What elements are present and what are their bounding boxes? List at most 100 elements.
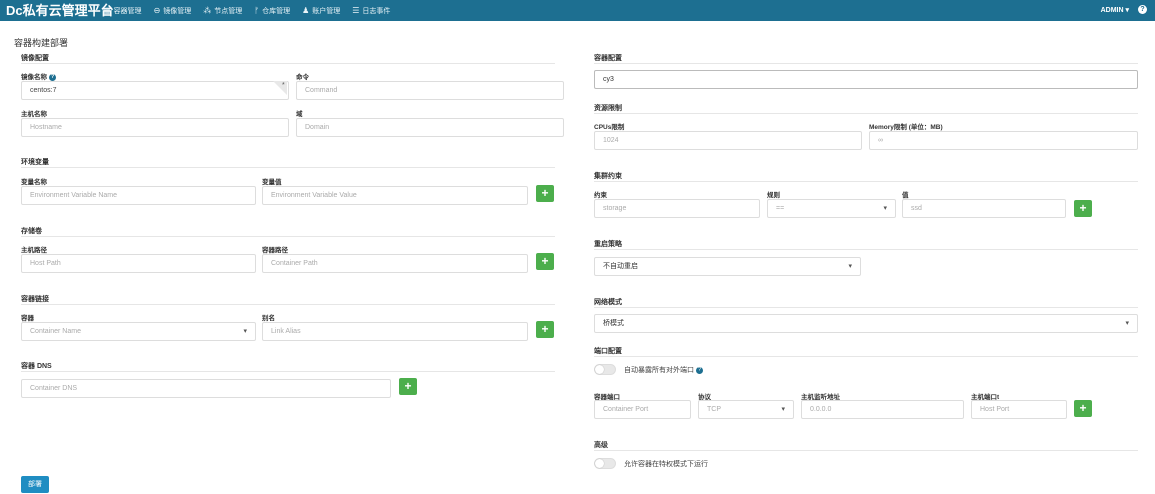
hostname-input[interactable]: Hostname [21,118,289,137]
cpu-limit-label: CPUs限制 [594,124,625,131]
section-links: 容器链接 [21,296,49,303]
code-fork-icon: ᚠ [254,6,260,15]
section-volumes: 存储卷 [21,228,42,235]
nav-events[interactable]: ☰ 日志事件 [352,6,390,16]
container-path-label: 容器路径 [262,247,288,254]
dns-input[interactable]: Container DNS [21,379,391,398]
nav-label: 日志事件 [362,7,391,15]
nav-label: 镜像管理 [163,7,192,15]
divider [594,181,1138,182]
host-path-input[interactable]: Host Path [21,254,256,273]
link-alias-label: 别名 [262,315,275,322]
protocol-select[interactable]: TCP [698,400,794,419]
host-ip-input[interactable]: 0.0.0.0 [801,400,964,419]
divider [594,249,1138,250]
hostname-label: 主机名称 [21,111,47,118]
command-input[interactable]: Command [296,81,564,100]
divider [21,167,555,168]
constraint-value-label: 值 [902,192,909,199]
page-title: 容器构建部署 [14,38,69,48]
privileged-label: 允许容器在特权模式下运行 [624,461,708,468]
section-network: 网络模式 [594,299,622,306]
add-constraint-button[interactable]: + [1074,200,1092,217]
user-name: ADMIN [1100,7,1124,14]
caret-down-icon: ▾ [1125,7,1129,14]
section-advanced: 高级 [594,442,608,449]
section-image-config: 镜像配置 [21,55,49,62]
section-dns: 容器 DNS [21,363,52,370]
auto-expose-label: 自动暴露所有对外端口? [624,366,703,374]
privileged-toggle[interactable] [594,458,616,469]
deploy-button[interactable]: 部署 [21,476,49,493]
divider [21,236,555,237]
command-label: 命令 [296,74,309,81]
help-icon[interactable]: ? [49,73,56,81]
nav-label: 容器管理 [113,7,142,15]
section-constraints: 集群约束 [594,173,622,180]
env-name-input[interactable]: Environment Variable Name [21,186,256,205]
nav-label: 账户管理 [312,7,341,15]
nav-images[interactable]: ⊖ 镜像管理 [154,6,192,16]
constraint-value-input[interactable]: ssd [902,199,1066,218]
user-menu[interactable]: ADMIN ▾ [1101,6,1129,14]
user-icon: ♟ [302,6,310,15]
help-icon[interactable]: ? [696,366,703,374]
top-navbar: Dc私有云管理平台 ▦ 容器管理 ⊖ 镜像管理 ⁂ 节点管理 ᚠ 仓库管理 ♟ 账户管理 … [0,0,1155,21]
network-mode-select[interactable]: 桥模式 [594,314,1138,333]
divider [21,63,555,64]
divider [594,113,1138,114]
disk-icon: ⊖ [153,6,161,15]
nav-nodes[interactable]: ⁂ 节点管理 [203,6,242,16]
container-path-input[interactable]: Container Path [262,254,528,273]
add-link-button[interactable]: + [536,321,554,338]
host-path-label: 主机路径 [21,247,47,254]
link-container-select[interactable]: Container Name [21,322,256,341]
memory-limit-input[interactable]: ∞ [869,131,1138,150]
grid-icon: ▦ [103,6,111,15]
divider [21,371,555,372]
link-container-label: 容器 [21,315,34,322]
restart-policy-select[interactable]: 不自动重启 [594,257,861,276]
cpu-limit-input[interactable]: 1024 [594,131,862,150]
divider [594,307,1138,308]
section-env: 环境变量 [21,159,49,166]
env-name-label: 变量名称 [21,179,47,186]
divider [594,450,1138,451]
container-port-input[interactable]: Container Port [594,400,691,419]
section-ports: 端口配置 [594,348,622,355]
env-value-input[interactable]: Environment Variable Value [262,186,528,205]
section-container-config: 容器配置 [594,55,622,62]
rule-select[interactable]: == [767,199,896,218]
nav-containers[interactable]: ▦ 容器管理 [103,6,142,16]
nav-label: 节点管理 [214,7,243,15]
env-value-label: 变量值 [262,179,282,186]
link-alias-input[interactable]: Link Alias [262,322,528,341]
list-icon: ☰ [352,6,360,15]
constraint-label: 约束 [594,192,607,199]
add-volume-button[interactable]: + [536,253,554,270]
sitemap-icon: ⁂ [203,6,212,15]
image-name-label: 镜像名称? [21,73,56,81]
section-restart: 重启策略 [594,241,622,248]
memory-limit-label: Memory限制 (单位：MB) [869,124,943,131]
auto-expose-toggle[interactable] [594,364,616,375]
nav-registries[interactable]: ᚠ 仓库管理 [254,6,290,16]
rule-label: 规则 [767,192,780,199]
add-dns-button[interactable]: + [399,378,417,395]
divider [21,304,555,305]
divider [594,356,1138,357]
main-nav: ▦ 容器管理 ⊖ 镜像管理 ⁂ 节点管理 ᚠ 仓库管理 ♟ 账户管理 ☰ 日志事件 [103,0,402,21]
domain-input[interactable]: Domain [296,118,564,137]
domain-label: 域 [296,111,303,118]
host-port-input[interactable]: Host Port [971,400,1067,419]
nav-accounts[interactable]: ♟ 账户管理 [302,6,340,16]
section-resources: 资源限制 [594,105,622,112]
app-title[interactable]: Dc私有云管理平台 [6,2,114,19]
add-env-button[interactable]: + [536,185,554,202]
constraint-input[interactable]: storage [594,199,760,218]
container-name-input[interactable]: cy3 [594,70,1138,89]
image-name-input[interactable]: centos:7 [21,81,289,100]
add-port-button[interactable]: + [1074,400,1092,417]
nav-label: 仓库管理 [262,7,291,15]
question-icon[interactable]: ? [1138,5,1147,14]
